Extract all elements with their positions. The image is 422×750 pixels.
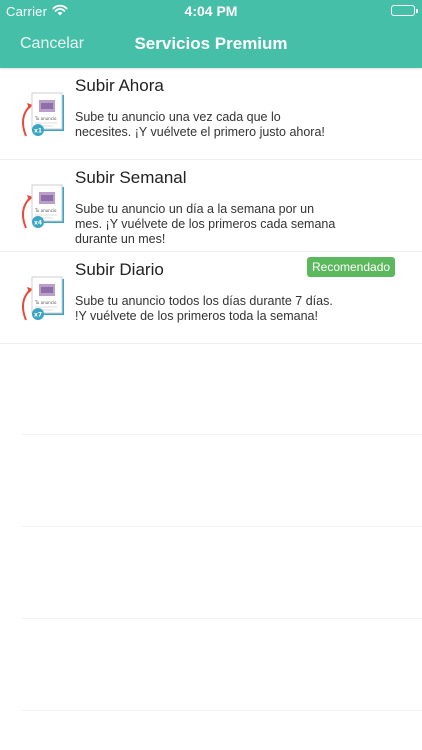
service-description: Sube tu anuncio un día a la semana por u… xyxy=(75,202,336,246)
service-title: Subir Ahora xyxy=(75,76,164,95)
boost-listing-icon: Tu anuncio x7 xyxy=(19,274,71,326)
icon-caption: Tu anuncio xyxy=(34,208,57,213)
recommended-badge: Recomendado xyxy=(307,257,396,277)
icon-caption: Tu anuncio xyxy=(34,116,57,121)
separator xyxy=(22,710,422,711)
page-title: Servicios Premium xyxy=(134,34,288,53)
header-bar: Carrier 4:04 PM Cancelar Servicios Premi… xyxy=(0,0,422,68)
boost-listing-icon: Tu anuncio x1 xyxy=(19,90,71,142)
service-description: Sube tu anuncio una vez cada que lo nece… xyxy=(75,110,325,139)
separator xyxy=(22,526,422,527)
icon-caption: Tu anuncio xyxy=(34,300,57,305)
battery-icon xyxy=(391,5,418,16)
clock-label: 4:04 PM xyxy=(184,3,238,19)
service-title: Subir Semanal xyxy=(75,168,187,187)
navigation-bar: Cancelar Servicios Premium xyxy=(0,22,422,66)
separator xyxy=(22,618,422,619)
multiplier-label: x7 xyxy=(34,312,42,319)
services-list: Tu anuncio x1 Subir Ahora Sube tu anunci… xyxy=(0,68,422,344)
boost-listing-icon: Tu anuncio x4 xyxy=(19,182,71,234)
multiplier-label: x1 xyxy=(34,128,42,135)
multiplier-label: x4 xyxy=(34,220,42,227)
status-bar: Carrier 4:04 PM xyxy=(0,0,422,22)
separator xyxy=(22,434,422,435)
service-row-subir-ahora[interactable]: Tu anuncio x1 Subir Ahora Sube tu anunci… xyxy=(0,68,422,160)
service-description: Sube tu anuncio todos los días durante 7… xyxy=(75,294,333,323)
service-row-subir-semanal[interactable]: Tu anuncio x4 Subir Semanal Sube tu anun… xyxy=(0,160,422,252)
service-title: Subir Diario xyxy=(75,260,164,279)
